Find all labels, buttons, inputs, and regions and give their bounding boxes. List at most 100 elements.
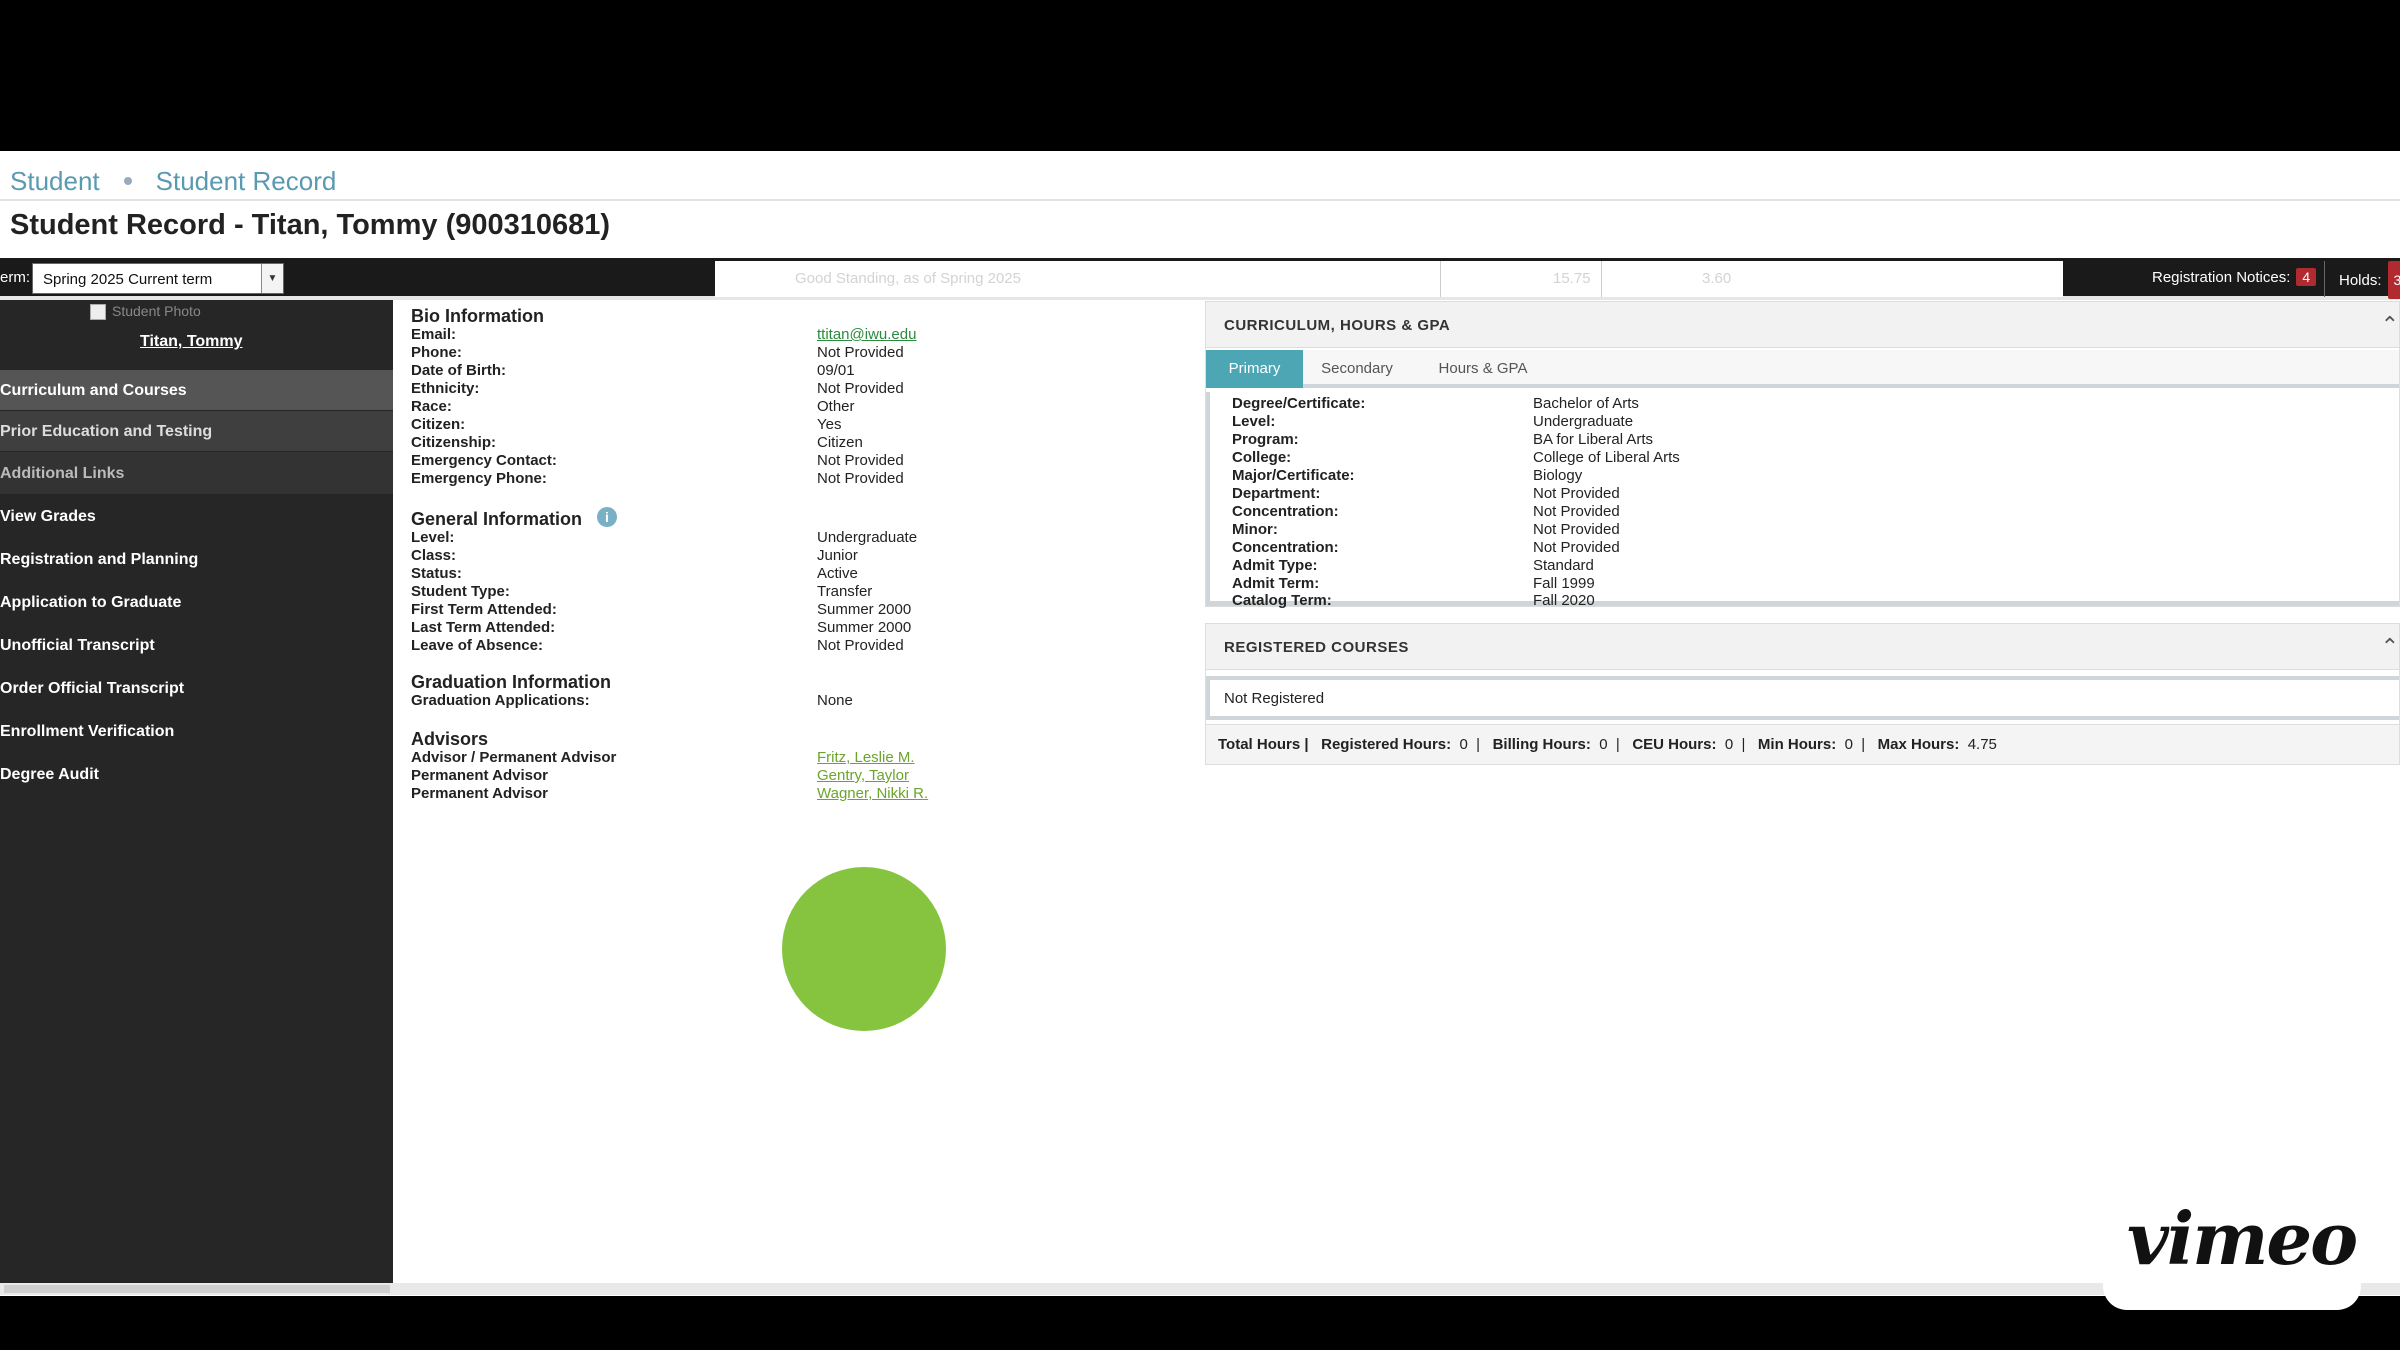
curriculum-value: Not Provided — [1533, 503, 1620, 520]
advisor-link[interactable]: Fritz, Leslie M. — [817, 749, 915, 766]
advisors-heading: Advisors — [411, 729, 489, 749]
general-value: Undergraduate — [817, 529, 918, 546]
sidebar-item-prior-education[interactable]: Prior Education and Testing — [0, 411, 393, 451]
scrollbar-thumb[interactable] — [4, 1285, 390, 1293]
chevron-up-icon[interactable]: ⌃ — [2381, 634, 2399, 660]
ceu-hours-value: 0 — [1724, 736, 1734, 753]
registered-hours-label: Registered Hours: — [1321, 736, 1452, 753]
registered-courses-header[interactable]: REGISTERED COURSES ⌃ — [1206, 624, 2399, 670]
page-title: Student Record - Titan, Tommy (900310681… — [10, 209, 611, 241]
bio-value: Not Provided — [817, 452, 904, 469]
not-registered-text: Not Registered — [1224, 690, 1325, 707]
chevron-up-icon[interactable]: ⌃ — [2381, 312, 2399, 338]
curriculum-label: College: — [1232, 449, 1292, 466]
info-icon[interactable]: i — [597, 507, 617, 527]
registration-notices[interactable]: Registration Notices: 4 — [2152, 268, 2317, 286]
registration-notices-badge: 4 — [2296, 268, 2317, 286]
bio-label: Citizen: — [411, 416, 466, 433]
bio-value: Not Provided — [817, 344, 904, 361]
holds-label: Holds: — [2339, 272, 2382, 289]
general-label: Class: — [411, 547, 457, 564]
student-photo: Student Photo — [90, 303, 201, 321]
advisor-link[interactable]: Wagner, Nikki R. — [817, 785, 928, 802]
vimeo-logo: vimeo — [2127, 1196, 2358, 1281]
billing-hours-label: Billing Hours: — [1492, 736, 1591, 753]
curriculum-details: Degree/Certificate: Bachelor of Arts Lev… — [1206, 392, 2399, 609]
term-bar: erm: Spring 2025 Current term ▼ Good Sta… — [0, 258, 2400, 300]
divider — [1440, 261, 1441, 297]
advisor-link[interactable]: Gentry, Taylor — [817, 767, 909, 784]
curriculum-label: Admit Term: — [1232, 575, 1320, 592]
hours-totals: Total Hours | Registered Hours: 0 | Bill… — [1206, 724, 2399, 764]
general-value: Summer 2000 — [817, 619, 912, 636]
sidebar-item-label: Unofficial Transcript — [0, 637, 155, 654]
student-record-page: Student Student Record Student Record - … — [0, 151, 2400, 1296]
curriculum-value: Fall 1999 — [1533, 575, 1595, 592]
graduation-information-heading: Graduation Information — [411, 672, 611, 692]
divider — [0, 199, 2400, 201]
bio-information-heading: Bio Information — [411, 306, 544, 326]
email-link[interactable]: ttitan@iwu.edu — [817, 326, 916, 343]
registered-courses-list: Not Registered — [1206, 676, 2399, 720]
bio-label: Citizenship: — [411, 434, 496, 451]
curriculum-panel: CURRICULUM, HOURS & GPA ⌃ Primary Second… — [1205, 301, 2400, 609]
tab-primary[interactable]: Primary — [1206, 350, 1303, 388]
general-value: Summer 2000 — [817, 601, 912, 618]
total-hours-label: Total Hours | — [1218, 736, 1309, 753]
bio-value: Citizen — [817, 434, 863, 451]
sidebar-item-label: Degree Audit — [0, 766, 99, 783]
curriculum-label: Degree/Certificate: — [1232, 395, 1366, 412]
breadcrumb-student-record[interactable]: Student Record — [156, 166, 337, 197]
general-information-heading: General Information — [411, 509, 583, 529]
min-hours-value: 0 — [1844, 736, 1853, 753]
student-name-link[interactable]: Titan, Tommy — [140, 333, 243, 351]
curriculum-label: Concentration: — [1232, 539, 1339, 556]
bio-label: Emergency Phone: — [411, 470, 547, 487]
max-hours-label: Max Hours: — [1877, 736, 1960, 753]
general-label: Leave of Absence: — [411, 637, 543, 654]
curriculum-tabs: Primary Secondary Hours & GPA — [1206, 350, 2399, 388]
sidebar-item-curriculum-and-courses[interactable]: Curriculum and Courses — [0, 370, 393, 410]
curriculum-label: Concentration: — [1232, 503, 1339, 520]
standing-gpa: 3.60 — [1702, 270, 1732, 287]
general-label: Status: — [411, 565, 462, 582]
curriculum-value: Not Provided — [1533, 521, 1620, 538]
sidebar-item-label: Order Official Transcript — [0, 680, 185, 697]
curriculum-label: Department: — [1232, 485, 1321, 502]
registration-notices-label: Registration Notices: — [2152, 269, 2291, 286]
curriculum-label: Minor: — [1232, 521, 1278, 538]
general-label: Student Type: — [411, 583, 510, 600]
sidebar-item-label: Additional Links — [0, 465, 125, 482]
curriculum-label: Program: — [1232, 431, 1299, 448]
graduation-value: None — [817, 692, 853, 709]
breadcrumb-student[interactable]: Student — [10, 166, 100, 197]
general-value: Not Provided — [817, 637, 904, 654]
video-frame: Student Student Record Student Record - … — [0, 0, 2400, 1350]
general-label: Last Term Attended: — [411, 619, 556, 636]
sidebar-item-label: Registration and Planning — [0, 551, 199, 568]
registered-hours-value: 0 — [1459, 736, 1468, 753]
curriculum-value: Fall 2020 — [1533, 592, 1595, 609]
general-value: Junior — [817, 547, 858, 564]
term-select[interactable]: Spring 2025 Current term ▼ — [32, 263, 284, 294]
bio-label: Ethnicity: — [411, 380, 480, 397]
sidebar-item-additional-links[interactable]: Additional Links — [0, 452, 393, 494]
tab-secondary[interactable]: Secondary — [1311, 350, 1403, 388]
email-value[interactable]: ttitan@iwu.edu — [817, 326, 916, 343]
cursor-highlight — [786, 871, 942, 1027]
sidebar-item-label: Curriculum and Courses — [0, 382, 187, 399]
chevron-down-icon[interactable]: ▼ — [261, 264, 283, 293]
general-value: Active — [817, 565, 858, 582]
general-value: Transfer — [817, 583, 873, 600]
advisor-label: Permanent Advisor — [411, 767, 548, 784]
holds[interactable]: Holds: 3 — [2324, 261, 2400, 299]
vimeo-watermark: vimeo — [2103, 1174, 2361, 1310]
tab-hours-gpa[interactable]: Hours & GPA — [1428, 350, 1538, 388]
standing-hours: 15.75 — [1553, 270, 1591, 287]
curriculum-value: Undergraduate — [1533, 413, 1634, 430]
bio-label: Phone: — [411, 344, 462, 361]
bio-value: Not Provided — [817, 380, 904, 397]
sidebar: Student Photo Titan, Tommy Curriculum an… — [0, 300, 393, 1283]
curriculum-panel-header[interactable]: CURRICULUM, HOURS & GPA ⌃ — [1206, 302, 2399, 348]
academic-standing-bar: Good Standing, as of Spring 2025 15.75 3… — [715, 261, 2063, 297]
